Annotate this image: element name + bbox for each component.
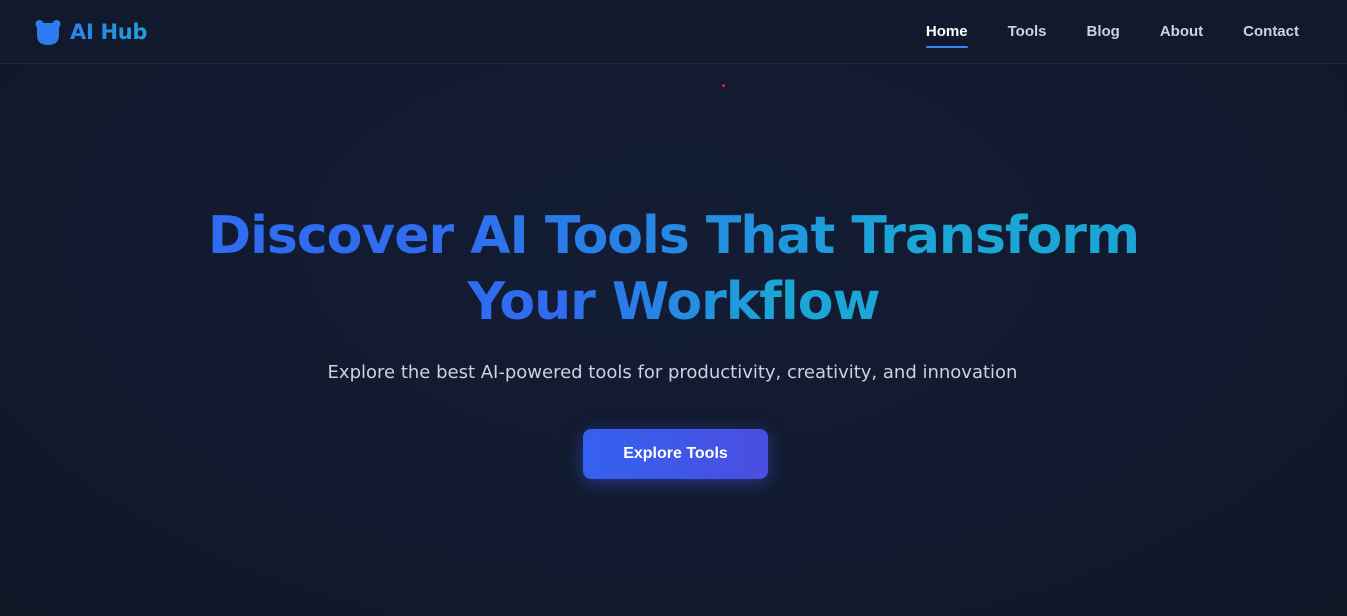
nav-blog[interactable]: Blog bbox=[1067, 22, 1140, 42]
bear-icon bbox=[34, 18, 62, 46]
logo-text: AI Hub bbox=[70, 20, 148, 44]
hero-title-line1: Discover AI Tools That Transform bbox=[207, 206, 1140, 266]
nav-about[interactable]: About bbox=[1140, 22, 1223, 42]
nav-tools[interactable]: Tools bbox=[988, 22, 1067, 42]
hero-subtitle: Explore the best AI-powered tools for pr… bbox=[327, 362, 1018, 383]
main-nav: Home Tools Blog About Contact bbox=[906, 22, 1319, 48]
explore-tools-button[interactable]: Explore Tools bbox=[583, 429, 768, 479]
hero-title: Discover AI Tools That Transform Your Wo… bbox=[0, 203, 1347, 335]
hero-title-line2: Your Workflow bbox=[467, 272, 880, 332]
logo-link[interactable]: AI Hub bbox=[34, 17, 147, 47]
page: AI Hub Home Tools Blog About Contact Dis… bbox=[0, 0, 1347, 616]
red-dot bbox=[722, 84, 725, 87]
site-header: AI Hub Home Tools Blog About Contact bbox=[0, 0, 1347, 64]
nav-contact[interactable]: Contact bbox=[1223, 22, 1319, 42]
nav-home[interactable]: Home bbox=[906, 22, 988, 48]
